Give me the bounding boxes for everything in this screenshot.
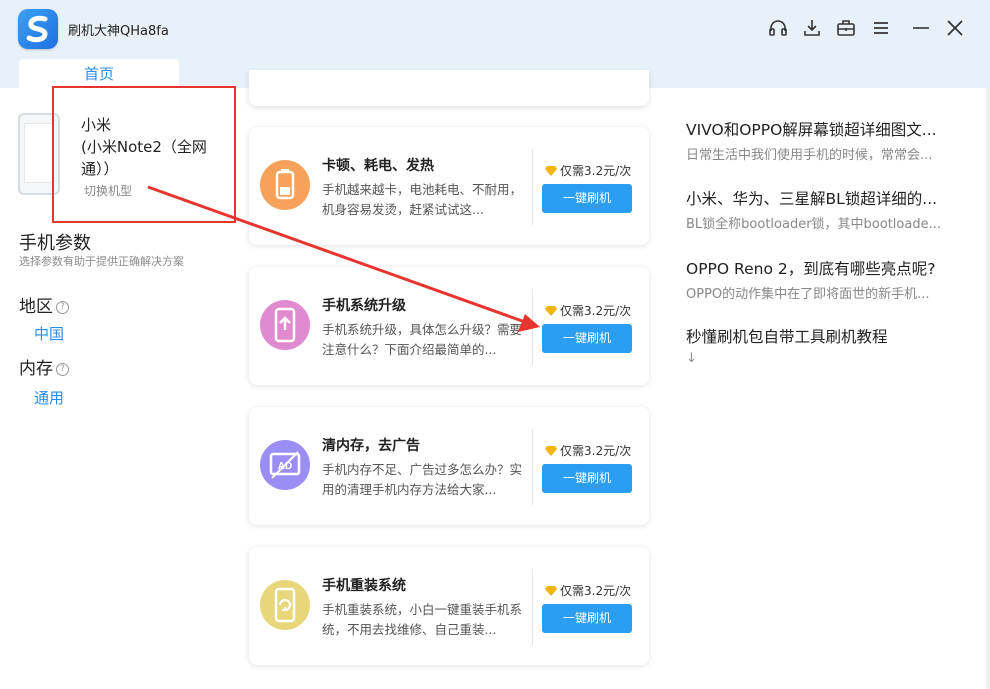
flash-button[interactable]: 一键刷机 <box>542 604 632 633</box>
region-label: 地区? <box>19 292 69 317</box>
card-desc: 手机系统升级，具体怎么升级？需要注意什么？下面介绍最简单的... <box>322 322 523 357</box>
phone-upgrade-icon <box>260 300 310 350</box>
article-title: OPPO Reno 2，到底有哪些亮点呢? <box>686 260 936 278</box>
card-title: 手机系统升级 <box>322 298 406 314</box>
service-card: 卡顿、耗电、发热 手机越来越卡，电池耗电、不耐用，机身容易发烫，赶紧试试这...… <box>249 127 649 245</box>
article-link[interactable]: 小米、华为、三星解BL锁超详细的... BL锁全称bootloader锁，其中b… <box>686 187 976 232</box>
card-desc: 手机内存不足、广告过多怎么办？实用的清理手机内存方法给大家... <box>322 462 523 497</box>
close-icon[interactable] <box>941 14 969 42</box>
headset-icon[interactable] <box>764 14 792 42</box>
article-title: VIVO和OPPO解屏幕锁超详细图文... <box>686 121 937 139</box>
battery-icon <box>260 160 310 210</box>
ad-block-icon: AD <box>260 440 310 490</box>
app-title: 刷机大神QHa8fa <box>68 24 169 39</box>
price-tag: 仅需3.2元/次 <box>545 302 631 319</box>
help-icon[interactable]: ? <box>56 363 69 376</box>
card-desc: 手机越来越卡，电池耗电、不耐用，机身容易发烫，赶紧试试这... <box>322 182 523 217</box>
help-icon[interactable]: ? <box>56 301 69 314</box>
service-card: 手机系统升级 手机系统升级，具体怎么升级？需要注意什么？下面介绍最简单的... … <box>249 267 649 385</box>
card-title: 清内存，去广告 <box>322 438 420 454</box>
download-icon[interactable] <box>798 14 826 42</box>
region-value[interactable]: 中国 <box>34 323 64 344</box>
price-tag: 仅需3.2元/次 <box>545 442 631 459</box>
diamond-icon <box>545 586 557 596</box>
article-summary: ↓ <box>686 351 697 366</box>
article-title: 小米、华为、三星解BL锁超详细的... <box>686 190 938 208</box>
service-card: AD 清内存，去广告 手机内存不足、广告过多怎么办？实用的清理手机内存方法给大家… <box>249 407 649 525</box>
divider <box>532 149 533 225</box>
device-model: (小米Note2（全网通）） <box>81 138 207 178</box>
menu-icon[interactable] <box>867 14 895 42</box>
card-partial <box>249 70 649 106</box>
card-title: 手机重装系统 <box>322 578 406 594</box>
device-name: 小米 (小米Note2（全网通）） <box>81 114 226 180</box>
flash-button[interactable]: 一键刷机 <box>542 184 632 213</box>
article-summary: 日常生活中我们使用手机的时候，常常会... <box>686 148 933 163</box>
app-logo-icon <box>18 9 58 49</box>
article-title: 秒懂刷机包自带工具刷机教程 <box>686 328 888 346</box>
article-link[interactable]: 秒懂刷机包自带工具刷机教程 ↓ <box>686 325 976 366</box>
switch-model-link[interactable]: 切换机型 <box>84 182 132 199</box>
price-tag: 仅需3.2元/次 <box>545 162 631 179</box>
minimize-icon[interactable] <box>907 14 935 42</box>
price-tag: 仅需3.2元/次 <box>545 582 631 599</box>
params-title: 手机参数 <box>19 233 91 254</box>
phone-reinstall-icon <box>260 580 310 630</box>
diamond-icon <box>545 166 557 176</box>
flash-button[interactable]: 一键刷机 <box>542 464 632 493</box>
flash-button[interactable]: 一键刷机 <box>542 324 632 353</box>
article-summary: OPPO的动作集中在了即将面世的新手机... <box>686 287 930 302</box>
device-brand: 小米 <box>81 116 112 134</box>
toolbox-icon[interactable] <box>832 14 860 42</box>
card-title: 卡顿、耗电、发热 <box>322 158 434 174</box>
divider <box>532 289 533 365</box>
tab-home[interactable]: 首页 <box>19 59 179 88</box>
article-summary: BL锁全称bootloader锁，其中bootloade... <box>686 217 941 232</box>
article-link[interactable]: VIVO和OPPO解屏幕锁超详细图文... 日常生活中我们使用手机的时候，常常会… <box>686 118 976 163</box>
params-subtitle: 选择参数有助于提供正确解决方案 <box>19 255 184 268</box>
diamond-icon <box>545 446 557 456</box>
memory-label: 内存? <box>19 354 69 379</box>
service-card: 手机重装系统 手机重装系统，小白一键重装手机系统，不用去找维修、自己重装... … <box>249 547 649 665</box>
article-link[interactable]: OPPO Reno 2，到底有哪些亮点呢? OPPO的动作集中在了即将面世的新手… <box>686 257 976 302</box>
divider <box>532 429 533 505</box>
divider <box>532 569 533 645</box>
memory-value[interactable]: 通用 <box>34 387 64 408</box>
card-desc: 手机重装系统，小白一键重装手机系统，不用去找维修、自己重装... <box>322 602 523 637</box>
diamond-icon <box>545 306 557 316</box>
scrollbar[interactable] <box>986 88 990 689</box>
